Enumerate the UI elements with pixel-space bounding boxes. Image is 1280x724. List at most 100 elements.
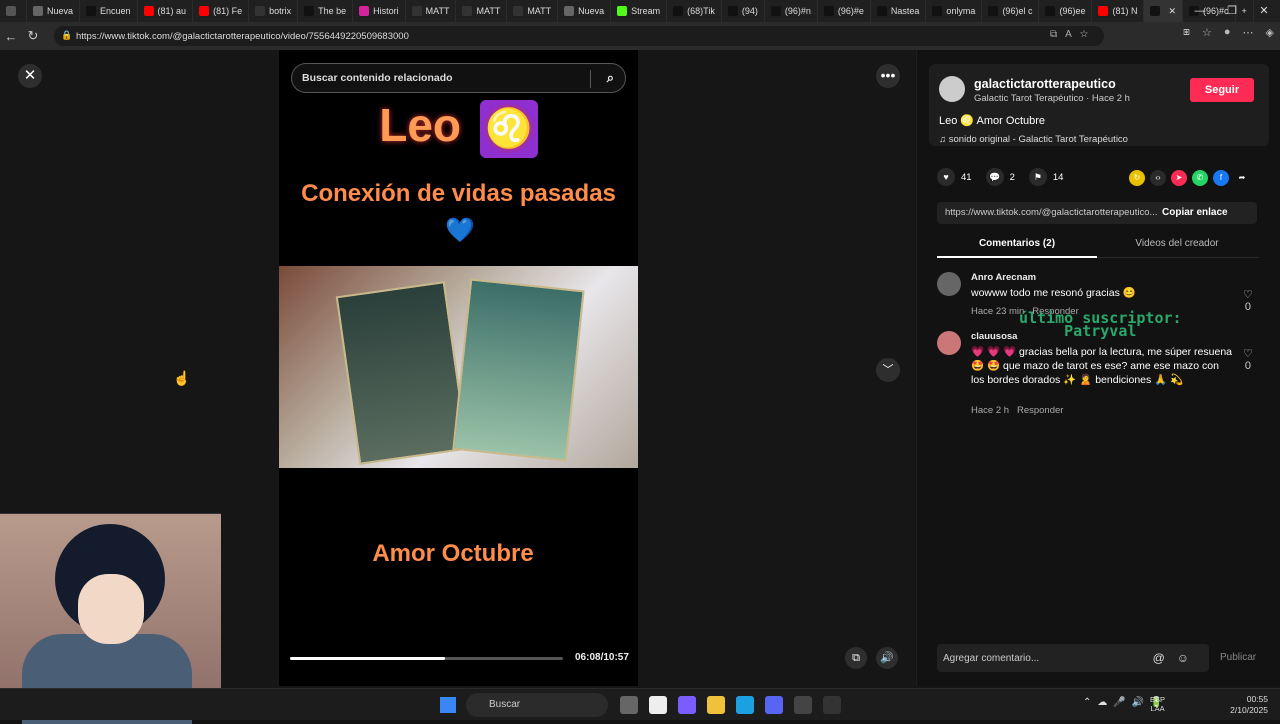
browser-tab[interactable]: Encuen	[80, 0, 138, 22]
heart-outline-icon[interactable]: ♡	[1243, 288, 1253, 301]
language-indicator[interactable]: ESP LAA	[1150, 695, 1165, 713]
browser-tab[interactable]: Nueva	[558, 0, 612, 22]
next-video-icon[interactable]: ﹀	[876, 358, 900, 382]
copy-link-button[interactable]: Copiar enlace	[1162, 202, 1228, 224]
browser-tab[interactable]: Histori	[353, 0, 406, 22]
share-arrow-icon[interactable]: ➦	[1234, 170, 1250, 186]
video-time: 06:08/10:57	[575, 652, 629, 663]
browser-tab-strip: Nueva Encuen (81) au (81) Fe botrix The be His…	[0, 0, 1280, 22]
volume-icon[interactable]: 🔊	[876, 647, 898, 669]
browser-tab[interactable]: Stream	[611, 0, 668, 22]
media-player-icon[interactable]	[823, 696, 841, 714]
comment-avatar[interactable]	[937, 331, 961, 355]
author-avatar[interactable]	[939, 76, 965, 102]
comment-like[interactable]: ♡ 0	[1243, 288, 1253, 313]
browser-tab[interactable]: MATT	[406, 0, 457, 22]
youtube-icon	[199, 6, 210, 16]
taskbar-search[interactable]: Buscar	[466, 693, 608, 717]
comment-stat[interactable]: 💬 2	[985, 168, 1015, 186]
follow-button[interactable]: Seguir	[1190, 78, 1254, 102]
close-video-button[interactable]: ✕	[18, 64, 42, 88]
browser-tab[interactable]: Nueva	[27, 0, 81, 22]
author-subtitle: Galactic Tarot Terapéutico · Hace 2 h	[974, 93, 1130, 104]
video-progress-bar[interactable]	[290, 657, 563, 660]
related-search-input[interactable]: Buscar contenido relacionado ⌕	[291, 63, 626, 93]
lock-icon: 🔒	[61, 30, 73, 40]
comment-user[interactable]: clauusosa	[971, 331, 1017, 342]
publish-button[interactable]: Publicar	[1220, 652, 1256, 663]
back-icon[interactable]: ←	[0, 29, 22, 44]
browser-tab[interactable]: MATT	[456, 0, 508, 22]
copilot-icon[interactable]: ◈	[1266, 26, 1274, 39]
more-options-icon[interactable]: •••	[876, 64, 900, 88]
browser-tab[interactable]: (96)el c	[982, 0, 1040, 22]
url-field[interactable]: 🔒 https://www.tiktok.com/@galactictarott…	[54, 26, 1104, 46]
save-stat[interactable]: ⚑ 14	[1028, 168, 1063, 186]
page-icon	[513, 6, 524, 16]
page-icon	[462, 6, 473, 16]
sound-link[interactable]: ♫ sonido original - Galactic Tarot Terap…	[939, 134, 1128, 145]
repost-icon[interactable]: ↻	[1129, 170, 1145, 186]
pip-icon[interactable]: ⧉	[845, 647, 867, 669]
browser-tab[interactable]: (81) N	[1092, 0, 1145, 22]
comment-user[interactable]: Anro Arecnam	[971, 272, 1036, 283]
reply-button[interactable]: Responder	[1017, 405, 1063, 416]
browser-tab[interactable]: (96)#e	[818, 0, 871, 22]
mention-emoji-icons[interactable]: @☺	[1153, 651, 1201, 665]
browser-tab[interactable]: ✕	[1144, 0, 1184, 22]
browser-tab[interactable]	[0, 0, 27, 22]
comment-like[interactable]: ♡ 0	[1243, 347, 1253, 372]
browser-tab[interactable]: (96)ee	[1039, 0, 1093, 22]
comment-count: 2	[1009, 171, 1015, 183]
browser-tab[interactable]: onlyma	[926, 0, 983, 22]
favorites-icon[interactable]: ☆	[1202, 26, 1212, 39]
browser-tab[interactable]: botrix	[249, 0, 299, 22]
tab-creator-videos[interactable]: Videos del creador	[1097, 238, 1257, 249]
start-icon[interactable]	[440, 697, 456, 713]
video-player[interactable]: Buscar contenido relacionado ⌕ Leo ♌ Con…	[279, 50, 638, 686]
window-icon	[6, 6, 16, 16]
menu-icon[interactable]: ⋯	[1243, 26, 1254, 39]
close-tab-icon[interactable]: ✕	[1168, 6, 1176, 17]
edge-icon[interactable]	[736, 696, 754, 714]
discord-icon[interactable]	[765, 696, 783, 714]
obs-icon[interactable]	[794, 696, 812, 714]
browser-tab[interactable]: The be	[298, 0, 354, 22]
browser-tab[interactable]: (81) Fe	[193, 0, 250, 22]
embed-icon[interactable]: ‹›	[1150, 170, 1166, 186]
browser-tab[interactable]: (68)Tik	[667, 0, 722, 22]
restore-icon[interactable]: ❐	[1216, 0, 1248, 22]
taskbar-clock[interactable]: 00:55 2/10/2025	[1226, 694, 1268, 716]
author-name[interactable]: galactictarotterapeutico	[974, 77, 1116, 91]
add-comment-input[interactable]: Agregar comentario... @☺	[937, 644, 1209, 672]
heart-icon[interactable]: ♥	[937, 168, 955, 186]
tab-comments[interactable]: Comentarios (2)	[937, 238, 1097, 249]
profile-icon[interactable]: ●	[1224, 26, 1231, 39]
facebook-icon[interactable]: f	[1213, 170, 1229, 186]
browser-tab[interactable]: (81) au	[138, 0, 194, 22]
store-icon[interactable]	[649, 696, 667, 714]
comment-avatar[interactable]	[937, 272, 961, 296]
whatsapp-icon[interactable]: ✆	[1192, 170, 1208, 186]
comment-icon[interactable]: 💬	[985, 168, 1004, 186]
task-view-icon[interactable]	[620, 696, 638, 714]
browser-tab[interactable]: Nastea	[871, 0, 927, 22]
like-stat[interactable]: ♥ 41	[937, 168, 972, 186]
search-icon[interactable]: ⌕	[607, 70, 614, 86]
heart-outline-icon[interactable]: ♡	[1243, 347, 1253, 360]
url-text: https://www.tiktok.com/@galactictarotter…	[76, 30, 409, 42]
browser-tab[interactable]: (94)	[722, 0, 765, 22]
send-icon[interactable]: ➤	[1171, 170, 1187, 186]
reload-icon[interactable]: ↻	[22, 28, 44, 44]
extensions-icon[interactable]: ⧆	[1183, 26, 1190, 39]
tiktok-icon	[823, 6, 834, 16]
minimize-icon[interactable]: —	[1184, 0, 1216, 22]
close-window-icon[interactable]: ✕	[1248, 0, 1280, 22]
browser-tab-label: (81) Fe	[213, 6, 243, 16]
browser-tab[interactable]: MATT	[507, 0, 559, 22]
bookmark-icon[interactable]: ⚑	[1028, 168, 1047, 186]
copilot-app-icon[interactable]	[678, 696, 696, 714]
tiktok-icon	[727, 6, 738, 16]
browser-tab[interactable]: (96)#n	[765, 0, 818, 22]
file-explorer-icon[interactable]	[707, 696, 725, 714]
